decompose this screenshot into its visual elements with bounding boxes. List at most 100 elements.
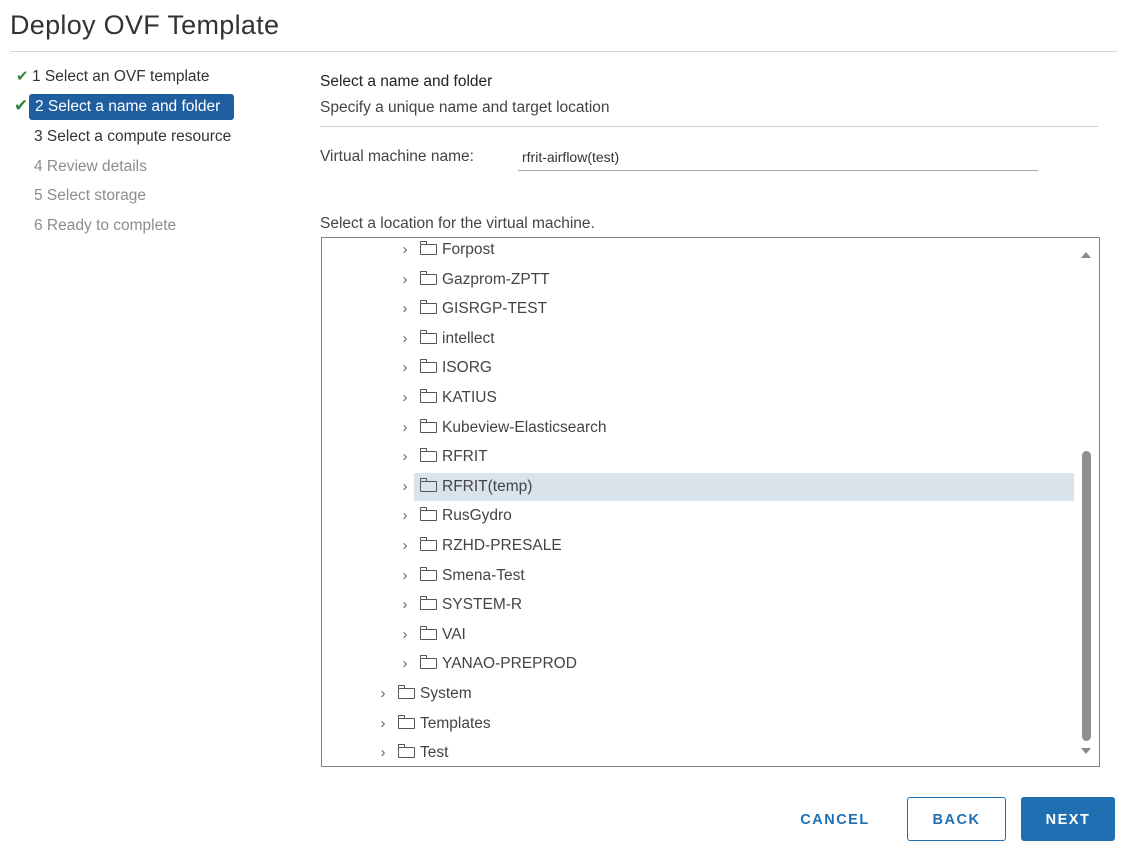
tree-item[interactable]: › VAI	[396, 621, 466, 649]
step-label: 1 Select an OVF template	[32, 68, 210, 85]
content-divider	[320, 126, 1098, 127]
folder-icon	[420, 596, 437, 611]
tree-item-label: GISRGP-TEST	[442, 300, 548, 318]
tree-item[interactable]: › RusGydro	[396, 502, 512, 530]
tree-item[interactable]: › Gazprom-ZPTT	[396, 266, 550, 294]
tree-item[interactable]: › intellect	[396, 325, 495, 353]
scroll-down-arrow-icon[interactable]	[1081, 748, 1091, 754]
vm-name-label: Virtual machine name:	[320, 148, 474, 165]
folder-icon	[420, 448, 437, 463]
tree-item[interactable]: › Forpost	[396, 238, 495, 264]
cancel-button[interactable]: CANCEL	[786, 797, 884, 841]
step-label: 4 Review details	[34, 158, 147, 175]
folder-icon	[420, 418, 437, 433]
step-label: 3 Select a compute resource	[34, 128, 232, 145]
folder-icon	[420, 241, 437, 255]
title-divider	[10, 51, 1117, 52]
section-subtitle: Specify a unique name and target locatio…	[320, 99, 610, 116]
step-select-storage: 5 Select storage	[34, 183, 146, 209]
tree-item[interactable]: › SYSTEM-R	[396, 591, 522, 619]
vm-name-input[interactable]	[518, 144, 1038, 171]
checkmark-icon: ✔	[16, 68, 29, 85]
folder-icon	[420, 625, 437, 640]
chevron-right-icon[interactable]: ›	[396, 295, 414, 323]
tree-item-label: VAI	[442, 625, 466, 643]
folder-icon	[398, 744, 415, 759]
tree-item[interactable]: › RFRIT	[396, 443, 488, 471]
tree-item-label: Test	[420, 744, 449, 762]
chevron-right-icon[interactable]: ›	[396, 414, 414, 442]
folder-tree[interactable]: › Forpost › Gazprom-ZPTT › GISRGP-TEST › intell…	[321, 237, 1100, 767]
tree-item-label: Smena-Test	[442, 566, 525, 584]
tree-item-label: RusGydro	[442, 507, 512, 525]
tree-item[interactable]: › RZHD-PRESALE	[396, 532, 562, 560]
step-select-ovf-template[interactable]: ✔ 1 Select an OVF template	[16, 64, 209, 90]
tree-item-label: YANAO-PREPROD	[442, 655, 577, 673]
chevron-right-icon[interactable]: ›	[396, 325, 414, 353]
tree-item[interactable]: › Kubeview-Elasticsearch	[396, 414, 607, 442]
tree-item-label: intellect	[442, 329, 495, 347]
folder-icon	[420, 566, 437, 581]
chevron-right-icon[interactable]: ›	[396, 621, 414, 649]
tree-item[interactable]: › RFRIT(temp)	[396, 472, 1074, 501]
folder-icon	[420, 655, 437, 670]
scroll-up-arrow-icon[interactable]	[1081, 252, 1091, 258]
step-label: 6 Ready to complete	[34, 217, 177, 234]
folder-icon	[420, 477, 437, 492]
step-label: 5 Select storage	[34, 187, 147, 204]
tree-item-label: ISORG	[442, 359, 492, 377]
folder-icon	[420, 537, 437, 551]
tree-item-label: RZHD-PRESALE	[442, 537, 562, 554]
chevron-right-icon[interactable]: ›	[374, 739, 392, 766]
folder-icon	[398, 685, 415, 699]
tree-item[interactable]: › ISORG	[396, 354, 492, 382]
chevron-right-icon[interactable]: ›	[374, 710, 392, 738]
next-button[interactable]: NEXT	[1021, 797, 1115, 841]
folder-icon	[398, 714, 415, 729]
location-label: Select a location for the virtual machin…	[320, 215, 595, 232]
step-select-compute-resource[interactable]: 3 Select a compute resource	[34, 124, 231, 150]
tree-item[interactable]: › GISRGP-TEST	[396, 295, 547, 323]
chevron-right-icon[interactable]: ›	[396, 472, 414, 501]
chevron-right-icon[interactable]: ›	[396, 266, 414, 294]
tree-item[interactable]: › Templates	[374, 710, 491, 738]
tree-item-label: SYSTEM-R	[442, 596, 523, 614]
tree-item-label: KATIUS	[442, 389, 497, 406]
tree-item[interactable]: › System	[374, 680, 472, 708]
chevron-right-icon[interactable]: ›	[396, 532, 414, 560]
chevron-right-icon[interactable]: ›	[396, 354, 414, 382]
tree-item-label: RFRIT(temp)	[442, 477, 533, 495]
tree-item-label: Kubeview-Elasticsearch	[442, 418, 607, 436]
chevron-right-icon[interactable]: ›	[396, 650, 414, 678]
folder-icon	[420, 329, 437, 344]
tree-item[interactable]: › Smena-Test	[396, 562, 525, 590]
tree-item[interactable]: › Test	[374, 739, 449, 766]
tree-item-label: Forpost	[442, 241, 495, 258]
folder-icon	[420, 359, 437, 374]
step-ready-to-complete: 6 Ready to complete	[34, 213, 176, 239]
folder-icon	[420, 270, 437, 285]
chevron-right-icon[interactable]: ›	[374, 680, 392, 708]
tree-item-label: Templates	[420, 714, 491, 732]
scrollbar-thumb[interactable]	[1082, 451, 1091, 741]
chevron-right-icon[interactable]: ›	[396, 384, 414, 412]
tree-item[interactable]: › YANAO-PREPROD	[396, 650, 577, 678]
tree-item-label: System	[420, 685, 472, 702]
chevron-right-icon[interactable]: ›	[396, 443, 414, 471]
dialog-title: Deploy OVF Template	[10, 10, 280, 40]
tree-item-label: Gazprom-ZPTT	[442, 270, 550, 288]
folder-icon	[420, 389, 437, 403]
chevron-right-icon[interactable]: ›	[396, 502, 414, 530]
folder-icon	[420, 507, 437, 522]
step-review-details: 4 Review details	[34, 154, 147, 180]
checkmark-icon: ✔	[14, 96, 29, 115]
step-select-name-folder[interactable]: 2 Select a name and folder	[29, 94, 235, 120]
section-title: Select a name and folder	[320, 73, 493, 90]
tree-item-label: RFRIT	[442, 448, 488, 466]
back-button[interactable]: BACK	[907, 797, 1006, 841]
chevron-right-icon[interactable]: ›	[396, 562, 414, 590]
chevron-right-icon[interactable]: ›	[396, 591, 414, 619]
chevron-right-icon[interactable]: ›	[396, 238, 414, 264]
folder-icon	[420, 300, 437, 315]
tree-item[interactable]: › KATIUS	[396, 384, 497, 412]
